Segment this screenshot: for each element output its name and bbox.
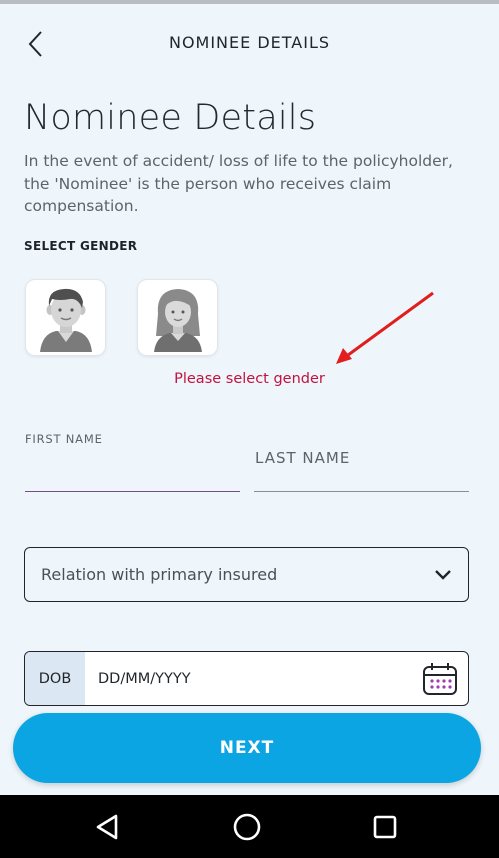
red-arrow-annotation [336,291,434,364]
female-avatar-icon [153,288,202,352]
page-description: In the event of accident/ loss of life t… [24,152,453,215]
android-nav-bar [0,795,499,858]
gender-female-option[interactable] [137,279,218,356]
dob-field: DOB [24,651,469,706]
page-title: Nominee Details [24,98,317,138]
calendar-icon [423,662,457,695]
home-circle-icon [233,813,261,841]
last-name-input[interactable] [254,452,469,492]
status-bar-strip [0,0,499,4]
next-button[interactable]: NEXT [13,713,481,783]
first-name-input[interactable] [25,452,240,492]
dob-tag: DOB [25,652,85,705]
gender-label: SELECT GENDER [24,239,138,253]
relation-dropdown[interactable]: Relation with primary insured [24,547,469,602]
relation-placeholder: Relation with primary insured [41,565,278,584]
recents-square-icon [373,815,397,839]
nav-recents-button[interactable] [367,809,403,845]
calendar-button[interactable] [412,652,468,705]
male-avatar-icon [39,288,92,352]
gender-male-option[interactable] [25,279,106,356]
chevron-down-icon [435,569,451,580]
header-title: NOMINEE DETAILS [168,33,331,52]
nav-back-button[interactable] [90,809,126,845]
nav-home-button[interactable] [229,809,265,845]
dob-input[interactable] [85,652,412,705]
back-triangle-icon [96,814,118,840]
first-name-label: FIRST NAME [25,432,103,446]
gender-error-message: Please select gender [174,371,325,387]
